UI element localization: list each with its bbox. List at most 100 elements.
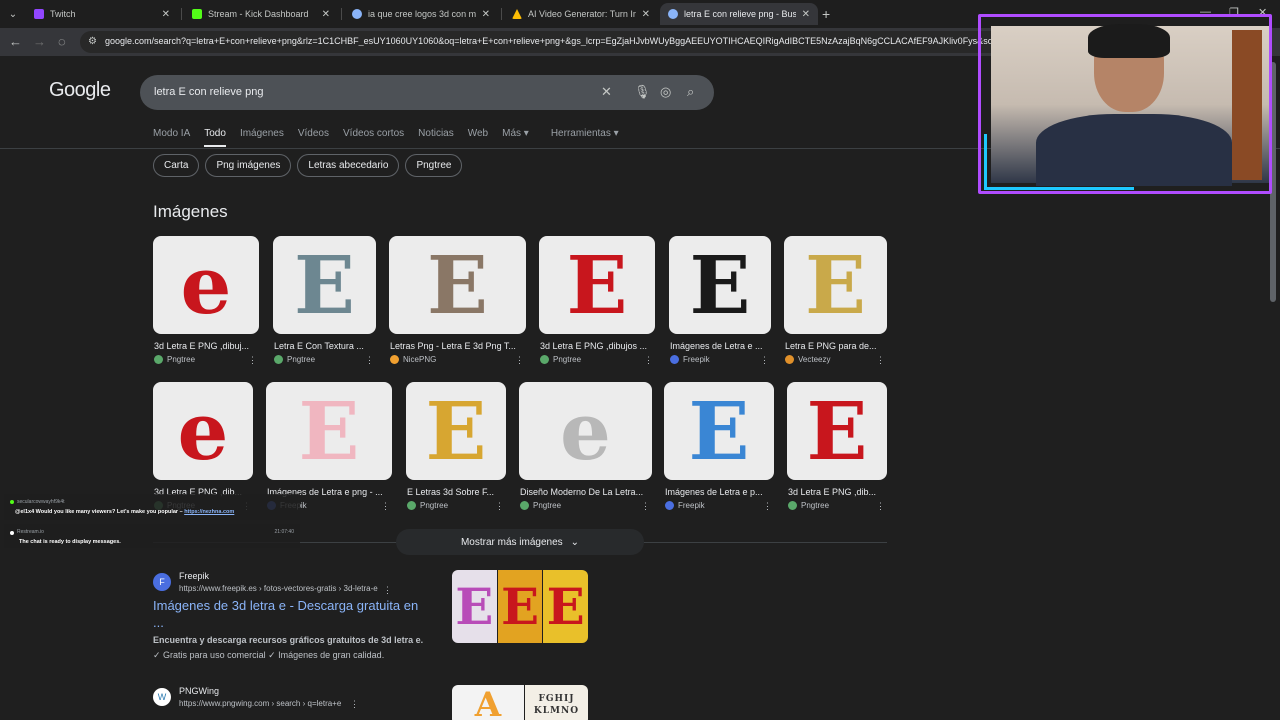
image-thumbnail[interactable]: E [664, 382, 774, 480]
result-site-name[interactable]: PNGWing [179, 686, 219, 696]
tab-modo-ia[interactable]: Modo IA [153, 128, 190, 147]
close-tab-icon[interactable]: ✕ [162, 9, 170, 20]
show-more-images-button[interactable]: Mostrar más imágenes ⌄ [396, 529, 644, 555]
image-more-options-icon[interactable]: ⋮ [381, 501, 390, 512]
image-caption[interactable]: E Letras 3d Sobre F... [407, 487, 511, 497]
tab-ia-logos[interactable]: ia que cree logos 3d con movi ✕ [344, 3, 498, 25]
result-url[interactable]: https://www.freepik.es › fotos-vectores-… [179, 584, 378, 593]
result-kebab-icon[interactable]: ⋮ [383, 585, 392, 596]
image-caption[interactable]: 3d Letra E PNG ,dibuj... [154, 341, 264, 351]
image-result-card[interactable]: e Diseño Moderno De La Letra... Pngtree ⋮ [519, 382, 652, 516]
image-source[interactable]: Pngtree [788, 501, 829, 510]
search-box[interactable]: letra E con relieve png ✕ 🎙 ◎ ⌕ [140, 75, 714, 110]
image-source[interactable]: Freepik [670, 355, 710, 364]
image-more-options-icon[interactable]: ⋮ [248, 355, 257, 366]
image-more-options-icon[interactable]: ⋮ [763, 501, 772, 512]
tab-herramientas[interactable]: Herramientas ▾ [551, 128, 619, 147]
result-site-name[interactable]: Freepik [179, 571, 209, 581]
tab-search-icon[interactable]: ⌄ [4, 5, 22, 23]
chip-png-imagenes[interactable]: Png imágenes [205, 154, 292, 177]
result-url[interactable]: https://www.pngwing.com › search › q=let… [179, 699, 341, 708]
image-result-card[interactable]: E Letras Png - Letra E 3d Png T... NicePNG… [389, 236, 526, 370]
result-thumbnail[interactable]: E [452, 570, 497, 643]
chat-link[interactable]: https://nezhna.com [184, 509, 234, 515]
close-tab-icon[interactable]: ✕ [322, 9, 330, 20]
image-result-card[interactable]: E Imágenes de Letra e p... Freepik ⋮ [664, 382, 774, 516]
image-more-options-icon[interactable]: ⋮ [365, 355, 374, 366]
image-caption[interactable]: Letra E Con Textura ... [274, 341, 381, 351]
tab-imagenes[interactable]: Imágenes [240, 128, 284, 147]
image-more-options-icon[interactable]: ⋮ [515, 355, 524, 366]
image-more-options-icon[interactable]: ⋮ [641, 501, 650, 512]
tab-videos[interactable]: Vídeos [298, 128, 329, 147]
image-thumbnail[interactable]: E [539, 236, 655, 334]
close-tab-icon[interactable]: ✕ [482, 9, 490, 20]
image-result-card[interactable]: E Letra E Con Textura ... Pngtree ⋮ [273, 236, 376, 370]
result-thumbnails[interactable]: E E E [452, 570, 588, 643]
stop-loading-icon[interactable]: ◌ [58, 34, 66, 49]
image-result-card[interactable]: E 3d Letra E PNG ,dibujos ... Pngtree ⋮ [539, 236, 655, 370]
image-caption[interactable]: 3d Letra E PNG ,dibujos ... [540, 341, 660, 351]
image-thumbnail[interactable]: e [519, 382, 652, 480]
image-more-options-icon[interactable]: ⋮ [760, 355, 769, 366]
image-caption[interactable]: Letras Png - Letra E 3d Png T... [390, 341, 531, 351]
result-thumbnail[interactable]: E [543, 570, 588, 643]
forward-icon[interactable]: → [33, 34, 46, 49]
result-thumbnail[interactable]: E [497, 570, 543, 643]
image-source[interactable]: Pngtree [407, 501, 448, 510]
clear-search-icon[interactable]: ✕ [601, 84, 612, 100]
result-kebab-icon[interactable]: ⋮ [350, 699, 359, 710]
result-thumbnails[interactable]: A FGHIJ KLMNO [452, 685, 588, 720]
image-thumbnail[interactable]: E [273, 236, 376, 334]
google-logo[interactable]: Google [49, 79, 111, 102]
image-source[interactable]: Freepik [665, 501, 705, 510]
image-thumbnail[interactable]: e [153, 236, 259, 334]
chip-carta[interactable]: Carta [153, 154, 200, 177]
image-source[interactable]: Pngtree [154, 355, 195, 364]
image-caption[interactable]: Imágenes de Letra e ... [670, 341, 776, 351]
microphone-icon[interactable]: 🎙 [634, 84, 651, 100]
tab-web[interactable]: Web [468, 128, 488, 147]
image-caption[interactable]: Letra E PNG para de... [785, 341, 892, 351]
tab-kick[interactable]: Stream - Kick Dashboard ✕ [184, 3, 338, 25]
image-thumbnail[interactable]: E [389, 236, 526, 334]
tab-noticias[interactable]: Noticias [418, 128, 454, 147]
result-thumbnail[interactable]: A [452, 685, 524, 720]
image-result-card[interactable]: EE Letras 3d Sobre F... Pngtree ⋮ [406, 382, 506, 516]
image-thumbnail[interactable]: E [784, 236, 887, 334]
image-result-card[interactable]: E Imágenes de Letra e ... Freepik ⋮ [669, 236, 771, 370]
site-info-icon[interactable]: ⚙ [88, 36, 100, 48]
tab-todo[interactable]: Todo [204, 128, 226, 147]
image-result-card[interactable]: e 3d Letra E PNG ,dibuj... Pngtree ⋮ [153, 236, 259, 370]
tab-ai-video[interactable]: AI Video Generator: Turn Imag ✕ [504, 3, 658, 25]
close-tab-icon[interactable]: ✕ [642, 9, 650, 20]
image-caption[interactable]: 3d Letra E PNG ,dib... [788, 487, 892, 497]
lens-camera-icon[interactable]: ◎ [660, 84, 671, 100]
image-source[interactable]: Pngtree [540, 355, 581, 364]
search-input[interactable]: letra E con relieve png [154, 86, 263, 98]
new-tab-icon[interactable]: + [822, 6, 830, 22]
close-tab-icon[interactable]: ✕ [802, 9, 810, 20]
tab-active-search[interactable]: letra E con relieve png - Buscar ✕ [660, 3, 818, 25]
image-caption[interactable]: Diseño Moderno De La Letra... [520, 487, 657, 497]
image-thumbnail[interactable]: E [406, 382, 506, 480]
image-source[interactable]: Pngtree [520, 501, 561, 510]
search-icon[interactable]: ⌕ [687, 84, 694, 100]
image-source[interactable]: Vecteezy [785, 355, 830, 364]
chip-letras-abecedario[interactable]: Letras abecedario [297, 154, 400, 177]
image-thumbnail[interactable]: E [266, 382, 392, 480]
image-source[interactable]: Pngtree [274, 355, 315, 364]
chip-pngtree[interactable]: Pngtree [405, 154, 463, 177]
result-title-ellipsis[interactable]: ... [153, 615, 164, 630]
image-thumbnail[interactable]: E [669, 236, 771, 334]
image-more-options-icon[interactable]: ⋮ [495, 501, 504, 512]
image-result-card[interactable]: E 3d Letra E PNG ,dib... Pngtree ⋮ [787, 382, 887, 516]
tab-mas[interactable]: Más ▾ [502, 128, 529, 147]
image-thumbnail[interactable]: e [153, 382, 253, 480]
image-caption[interactable]: Imágenes de Letra e p... [665, 487, 779, 497]
back-icon[interactable]: ← [9, 34, 22, 49]
image-result-card[interactable]: E Letra E PNG para de... Vecteezy ⋮ [784, 236, 887, 370]
result-thumbnail[interactable]: FGHIJ KLMNO [525, 685, 588, 720]
image-more-options-icon[interactable]: ⋮ [876, 501, 885, 512]
image-thumbnail[interactable]: E [787, 382, 887, 480]
